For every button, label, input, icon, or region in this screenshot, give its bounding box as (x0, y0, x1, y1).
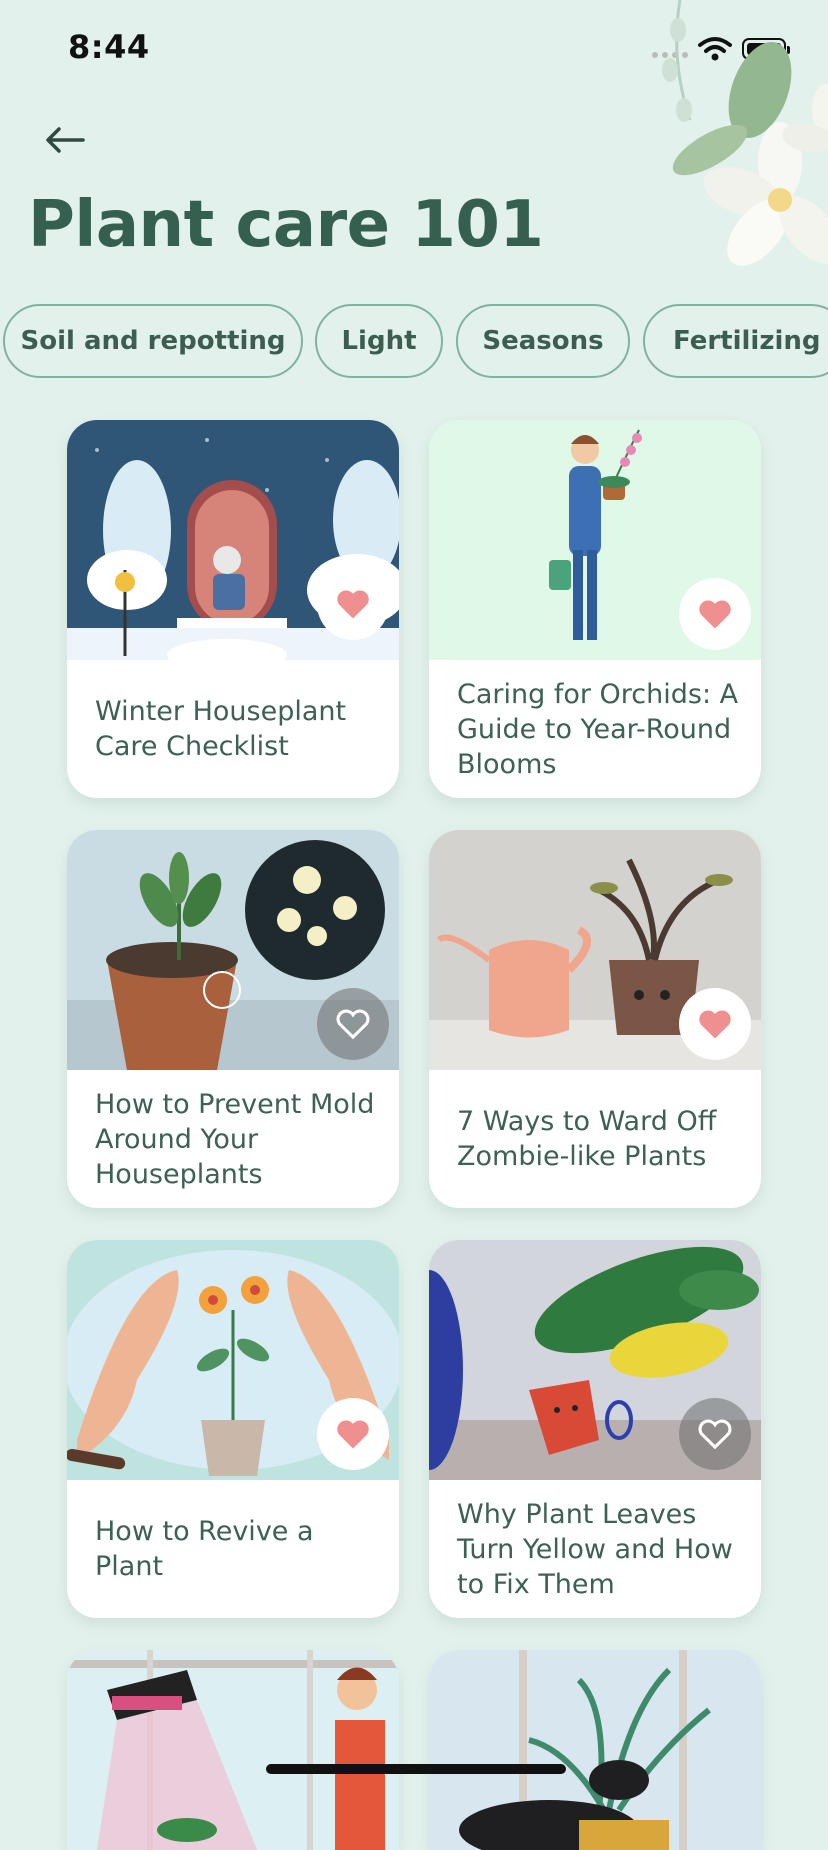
article-grid: Winter Houseplant Care Checklist Caring … (0, 0, 828, 1850)
favorite-button[interactable] (679, 988, 751, 1060)
article-title: 7 Ways to Ward Off Zombie-like Plants (457, 1106, 717, 1172)
heart-icon (336, 1009, 370, 1040)
article-card[interactable] (429, 1650, 761, 1850)
favorite-button[interactable] (317, 988, 389, 1060)
favorite-button[interactable] (317, 1398, 389, 1470)
heart-icon (699, 600, 731, 629)
article-card[interactable]: How to Prevent Mold Around Your Housepla… (67, 830, 399, 1208)
article-card[interactable]: Winter Houseplant Care Checklist (67, 420, 399, 798)
heart-icon (337, 1420, 369, 1449)
article-card[interactable] (67, 1650, 399, 1850)
article-title: Winter Houseplant Care Checklist (95, 696, 347, 762)
article-title: Caring for Orchids: A Guide to Year-Roun… (457, 678, 739, 780)
favorite-button[interactable] (679, 1398, 751, 1470)
favorite-button[interactable] (679, 578, 751, 650)
article-title: How to Prevent Mold Around Your Housepla… (95, 1088, 375, 1190)
favorite-button[interactable] (317, 568, 389, 640)
heart-icon (337, 590, 369, 619)
article-card[interactable]: Caring for Orchids: A Guide to Year-Roun… (429, 420, 761, 798)
article-image (67, 1650, 399, 1850)
heart-icon (698, 1419, 732, 1450)
home-indicator[interactable] (266, 1764, 566, 1774)
article-card[interactable]: 7 Ways to Ward Off Zombie-like Plants (429, 830, 761, 1208)
article-title: Why Plant Leaves Turn Yellow and How to … (457, 1498, 733, 1600)
heart-icon (699, 1010, 731, 1039)
article-image (429, 1650, 761, 1850)
article-card[interactable]: How to Revive a Plant (67, 1240, 399, 1618)
article-title: How to Revive a Plant (95, 1516, 314, 1582)
article-card[interactable]: Why Plant Leaves Turn Yellow and How to … (429, 1240, 761, 1618)
